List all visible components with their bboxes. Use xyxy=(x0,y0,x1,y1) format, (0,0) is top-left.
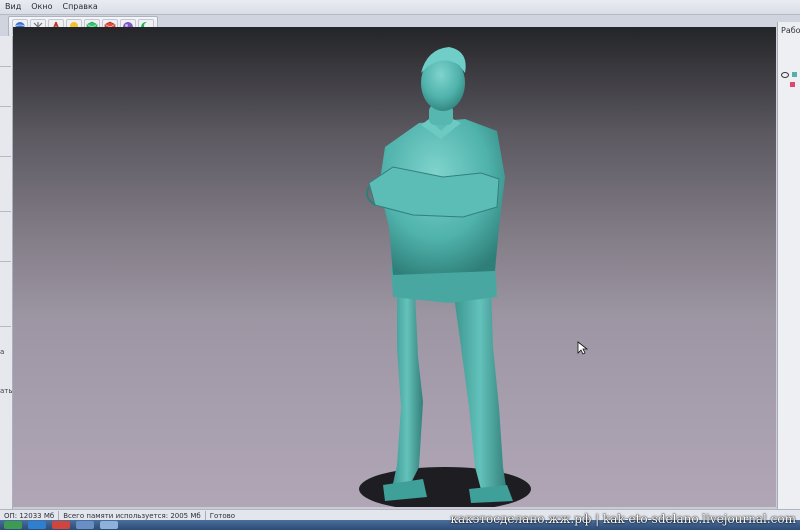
model-left-leg xyxy=(391,287,423,493)
arrow-cursor-icon xyxy=(577,341,589,355)
taskbar-app-button[interactable] xyxy=(4,521,22,529)
panel-divider xyxy=(0,66,11,67)
model-right-leg xyxy=(453,285,507,497)
taskbar-app-button[interactable] xyxy=(52,521,70,529)
3d-viewport[interactable] xyxy=(13,27,776,507)
right-panel-title: Рабо xyxy=(781,26,800,35)
menu-item-window[interactable]: Окно xyxy=(26,0,57,14)
watermark: какэтосделано.жж.рф | kak-eto-sdelano.li… xyxy=(450,512,796,526)
left-panel-label: а xyxy=(0,348,5,356)
panel-divider xyxy=(0,106,11,107)
application-window: Вид Окно Справка а ать Рабо ОП: 12033 Мб… xyxy=(0,0,800,530)
left-panel-button-label[interactable]: ать xyxy=(0,387,13,395)
status-state: Готово xyxy=(209,511,236,520)
taskbar-app-button[interactable] xyxy=(28,521,46,529)
menu-bar: Вид Окно Справка xyxy=(0,0,800,15)
eye-icon[interactable] xyxy=(781,71,789,78)
color-swatch xyxy=(790,82,795,87)
panel-divider xyxy=(0,156,11,157)
panel-divider xyxy=(0,211,11,212)
panel-divider xyxy=(0,261,11,262)
taskbar-app-button[interactable] xyxy=(100,521,118,529)
status-memory-used: Всего памяти используется: 2005 Мб xyxy=(59,510,206,521)
scan-model xyxy=(359,47,589,507)
right-panel: Рабо xyxy=(777,22,800,510)
taskbar-app-button[interactable] xyxy=(76,521,94,529)
color-swatch xyxy=(792,72,797,77)
status-ram: ОП: 12033 Мб xyxy=(0,510,60,521)
menu-item-view[interactable]: Вид xyxy=(0,0,26,14)
menu-item-help[interactable]: Справка xyxy=(57,0,102,14)
panel-divider xyxy=(0,326,11,327)
panel-row[interactable] xyxy=(781,80,800,89)
panel-row-visibility[interactable] xyxy=(781,70,800,79)
left-panel: а ать xyxy=(0,36,13,510)
